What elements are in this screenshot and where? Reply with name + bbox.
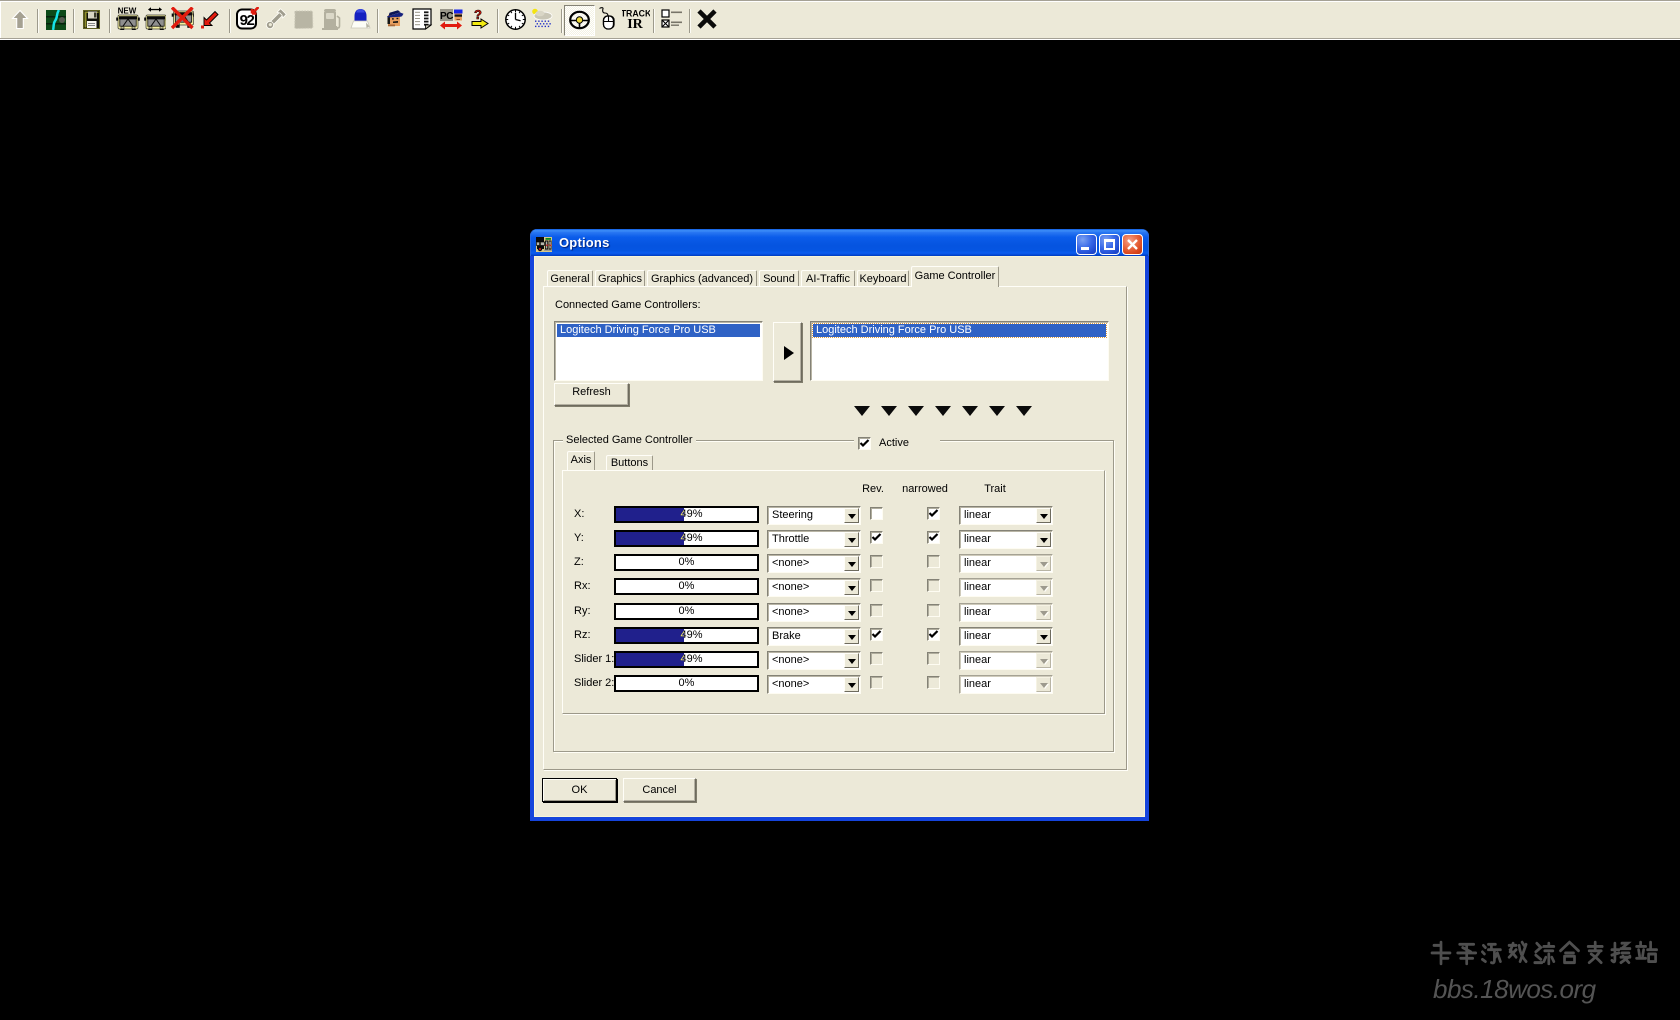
svg-text:IR: IR (627, 17, 643, 30)
svg-text:PC: PC (440, 11, 453, 22)
svg-text:NEW: NEW (118, 7, 137, 16)
